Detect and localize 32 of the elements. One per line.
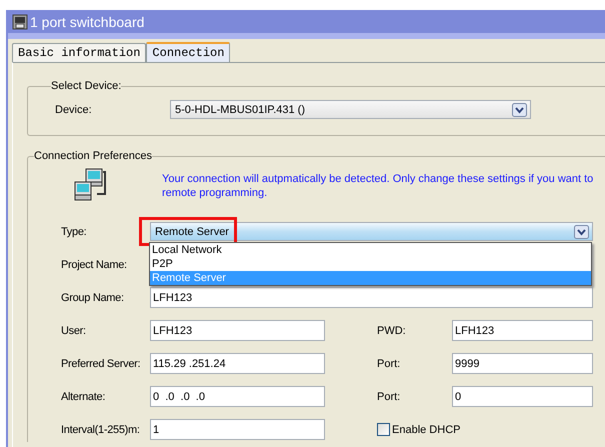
- group-title: Connection Preferences: [34, 150, 152, 162]
- field-label: Group Name:: [61, 292, 125, 304]
- tab[interactable]: Connection: [146, 42, 230, 62]
- input-field[interactable]: 0 .0 .0 .0: [150, 386, 325, 407]
- field-label: Type:: [61, 226, 88, 238]
- input-field[interactable]: 0: [452, 386, 593, 407]
- field-label: Alternate:: [61, 390, 106, 402]
- group-title: Select Device:: [51, 80, 122, 92]
- input-field[interactable]: LFH123: [150, 320, 325, 341]
- checkbox[interactable]: [377, 423, 390, 436]
- field-label: Interval(1-255)m:: [61, 424, 141, 436]
- notice-text: Your connection will autpmatically be detected. Only change these settings if you want to remote programming.: [162, 172, 594, 201]
- field-label: Preferred Server:: [61, 358, 142, 370]
- field-label: Device:: [55, 104, 93, 116]
- input-field[interactable]: 115.29 .251.24: [150, 353, 325, 374]
- input-field[interactable]: LFH123: [452, 320, 593, 341]
- field-label: Port:: [377, 390, 402, 402]
- input-field[interactable]: 1: [150, 419, 325, 440]
- checkbox-label: Enable DHCP: [392, 424, 460, 436]
- field-label: PWD:: [377, 324, 407, 336]
- device-dropdown[interactable]: 5-0-HDL-MBUS01IP.431 (): [170, 100, 531, 119]
- tab[interactable]: Basic information: [12, 43, 146, 62]
- input-field[interactable]: 9999: [452, 353, 593, 374]
- window-title: 1 port switchboard: [30, 14, 144, 30]
- type-dropdown[interactable]: Remote Server: [150, 222, 593, 241]
- field-label: Port:: [377, 358, 402, 370]
- dropdown-option[interactable]: Local Network: [150, 243, 591, 257]
- input-field[interactable]: LFH123: [150, 287, 593, 308]
- window-icon: [12, 14, 28, 30]
- dropdown-option[interactable]: P2P: [150, 257, 591, 271]
- field-label: User:: [61, 324, 87, 336]
- field-label: Project Name:: [61, 258, 128, 270]
